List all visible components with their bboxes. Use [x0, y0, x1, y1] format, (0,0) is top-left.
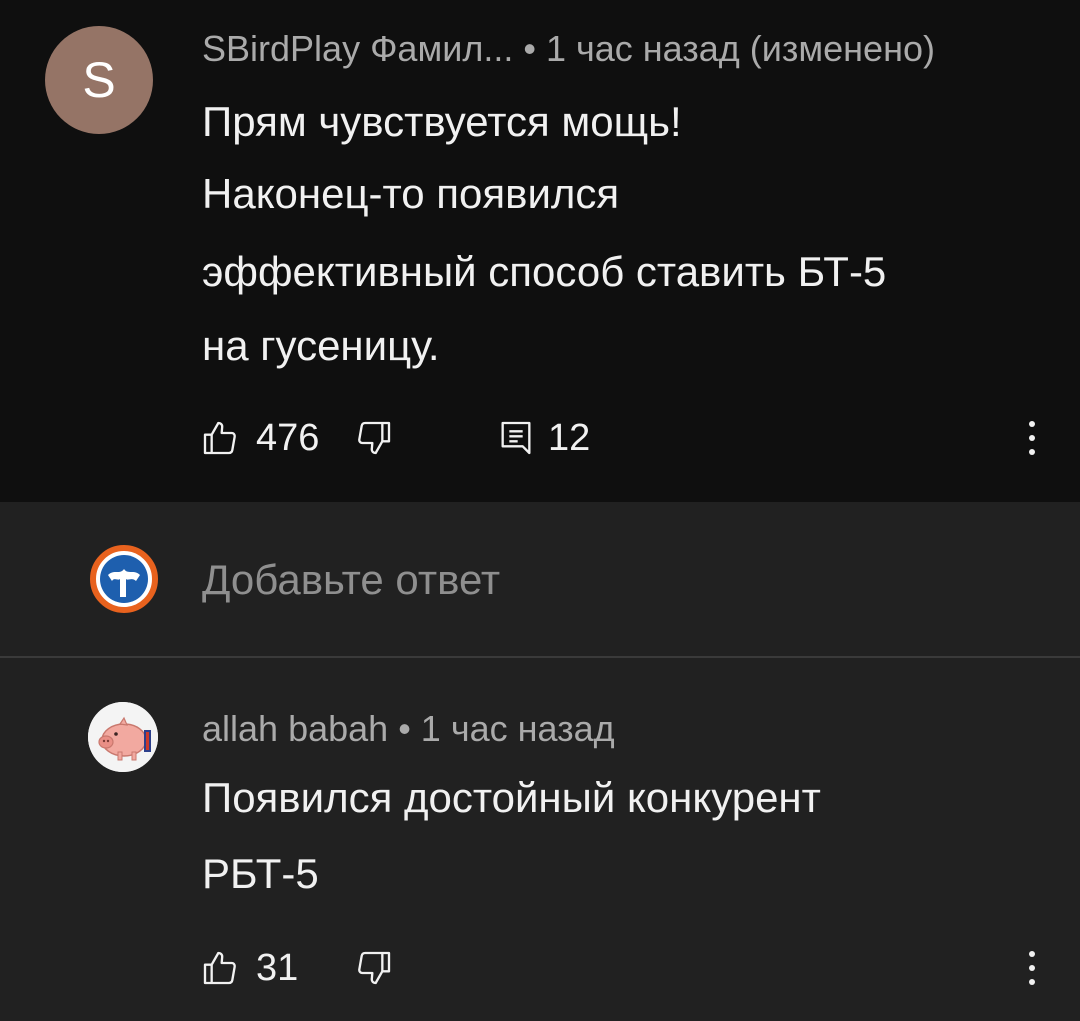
comment-text-line: Прям чувствуется мощь! [202, 98, 682, 145]
comment-text-line: на гусеницу. [202, 322, 440, 369]
more-vertical-icon[interactable] [1026, 948, 1038, 988]
comment-actions: 476 12 [200, 410, 1060, 466]
reply-placeholder[interactable]: Добавьте ответ [202, 556, 500, 604]
avatar[interactable]: S [45, 26, 153, 134]
reply-input-area[interactable]: Добавьте ответ [0, 502, 1080, 657]
thumb-down-icon[interactable] [354, 948, 394, 988]
more-vertical-icon[interactable] [1026, 418, 1038, 458]
author-name[interactable]: allah babah [202, 708, 388, 749]
user-avatar [90, 545, 158, 613]
comment-text-line: эффективный способ ставить БТ-5 [202, 248, 887, 295]
divider [0, 656, 1080, 658]
comment-meta: allah babah • 1 час назад [202, 708, 615, 750]
comment-actions: 31 [200, 940, 1060, 996]
comment-icon[interactable] [496, 418, 536, 458]
timestamp: 1 час назад [420, 708, 615, 749]
comment-meta: SBirdPlay Фамил... • 1 час назад (измене… [202, 28, 935, 70]
meta-separator: • [523, 28, 546, 69]
meta-separator: • [398, 708, 421, 749]
comment-text-line: Появился достойный конкурент [202, 774, 821, 821]
like-count: 31 [256, 947, 299, 989]
comment-text-line: РБТ-5 [202, 850, 319, 897]
pig-avatar-image [88, 702, 158, 772]
comment-card: S SBirdPlay Фамил... • 1 час назад (изме… [0, 0, 1080, 502]
thumb-up-icon[interactable] [200, 418, 240, 458]
avatar[interactable] [88, 702, 158, 772]
timestamp: 1 час назад (изменено) [545, 28, 935, 69]
author-name[interactable]: SBirdPlay Фамил... [202, 28, 513, 69]
thumb-up-icon[interactable] [200, 948, 240, 988]
comment-text-line: Наконец-то появился [202, 170, 620, 217]
reply-count: 12 [548, 417, 591, 459]
like-count: 476 [256, 417, 320, 459]
thumb-down-icon[interactable] [354, 418, 394, 458]
